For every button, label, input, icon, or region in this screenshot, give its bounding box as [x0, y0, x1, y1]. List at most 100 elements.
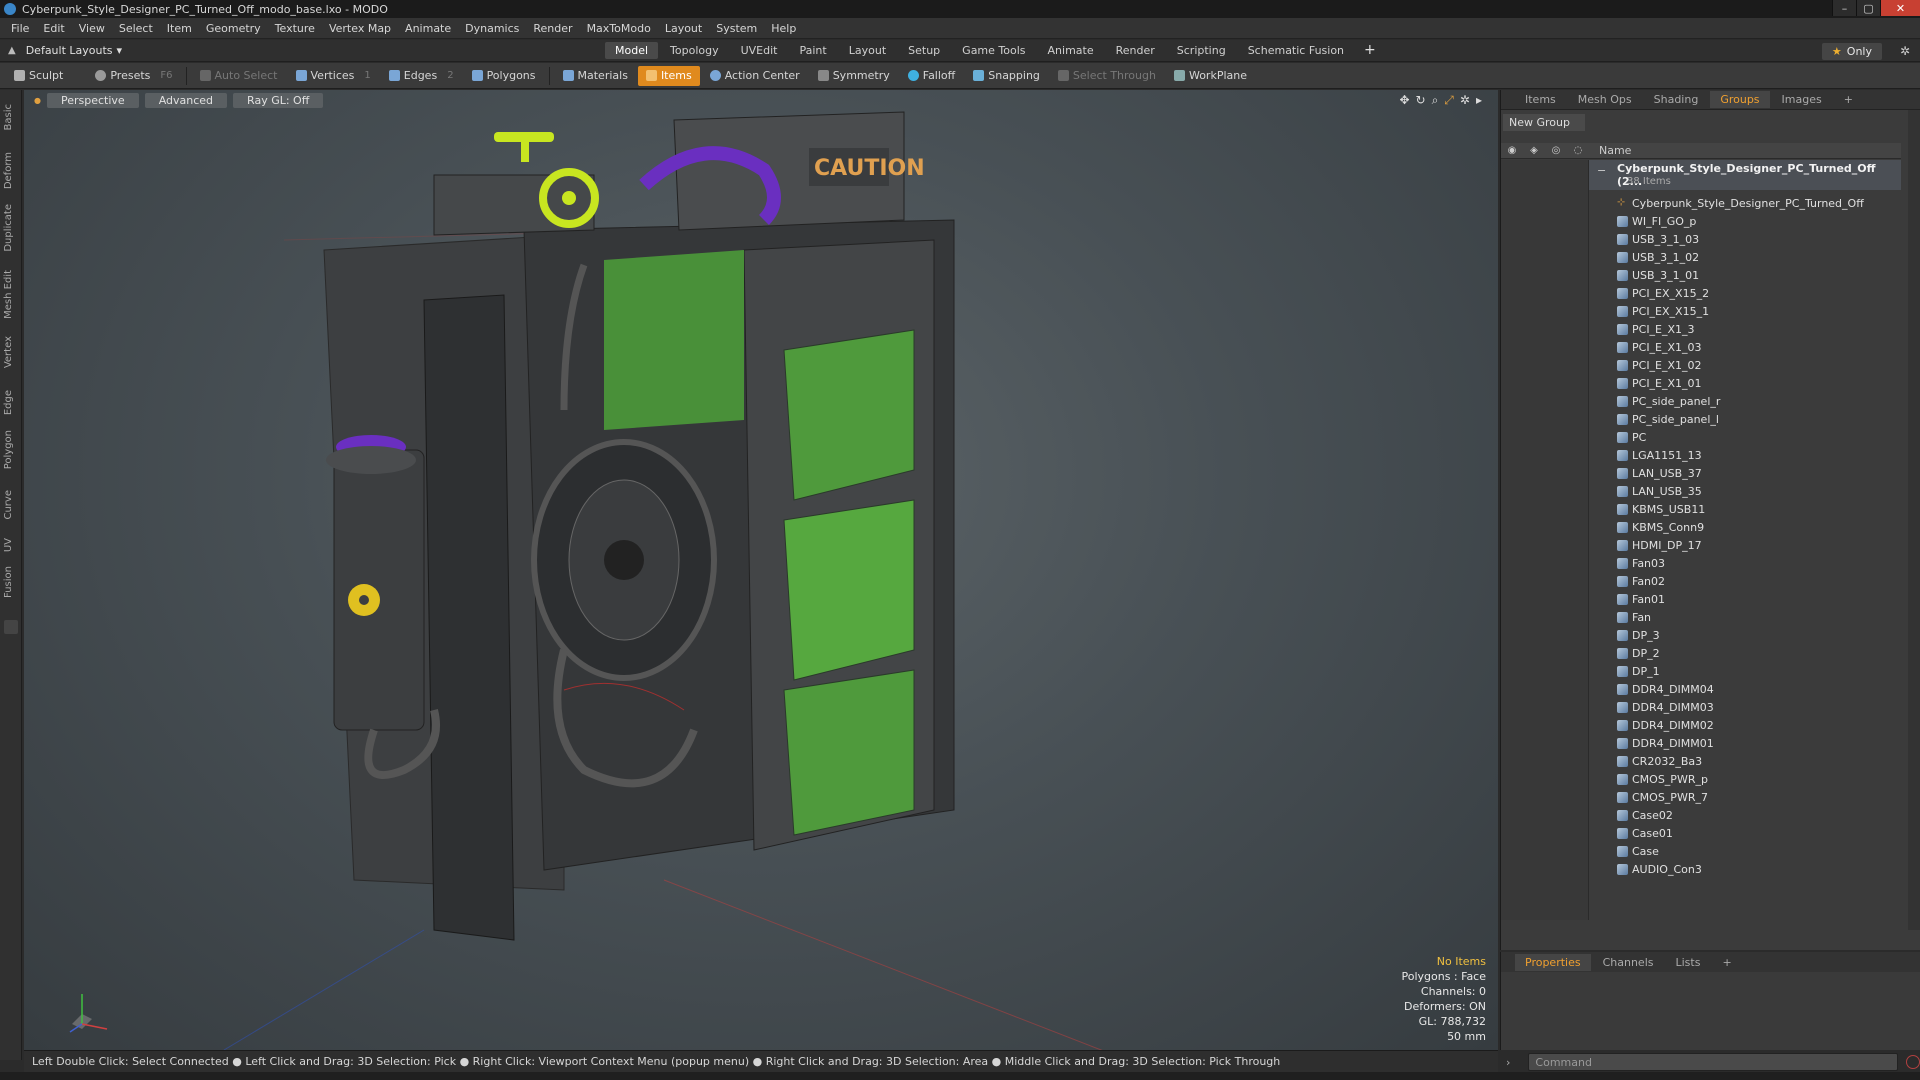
polygons-button[interactable]: Polygons [464, 66, 544, 86]
menu-item[interactable]: Item [160, 22, 199, 35]
group-item[interactable]: KBMS_Conn9 [1589, 518, 1901, 536]
group-item[interactable]: PC [1589, 428, 1901, 446]
group-item[interactable]: Fan01 [1589, 590, 1901, 608]
pan-icon[interactable]: ✥ [1399, 93, 1409, 108]
group-item[interactable]: DDR4_DIMM02 [1589, 716, 1901, 734]
select-through-button[interactable]: Select Through [1050, 66, 1164, 86]
left-tab-polygon[interactable]: Polygon [3, 430, 14, 469]
group-item[interactable]: USB_3_1_03 [1589, 230, 1901, 248]
layout-pin-icon[interactable]: ▲ [8, 45, 16, 56]
group-item[interactable]: DDR4_DIMM01 [1589, 734, 1901, 752]
group-item[interactable]: KBMS_USB11 [1589, 500, 1901, 518]
strip-toggle-button[interactable] [4, 620, 18, 634]
tab-model[interactable]: Model [605, 42, 659, 59]
group-item[interactable]: Case02 [1589, 806, 1901, 824]
3d-viewport[interactable]: CAUTION ● Perspective Advanced Ray GL: O… [24, 90, 1498, 1050]
maximize-button[interactable]: ▢ [1856, 0, 1880, 16]
viewport-options-icon[interactable]: ● [34, 96, 41, 105]
tab-layout[interactable]: Layout [839, 42, 896, 59]
gear-icon[interactable]: ✲ [1900, 44, 1910, 58]
zoom-icon[interactable]: ⌕ [1432, 93, 1439, 108]
tab-render[interactable]: Render [1106, 42, 1165, 59]
group-item[interactable]: AUDIO_Con3 [1589, 860, 1901, 878]
materials-button[interactable]: Materials [555, 66, 636, 86]
tab-items[interactable]: Items [1515, 91, 1566, 108]
menu-layout[interactable]: Layout [658, 22, 709, 35]
collapse-icon[interactable]: − [1597, 164, 1606, 177]
edges-button[interactable]: Edges 2 [381, 66, 462, 86]
rotate-icon[interactable]: ↻ [1416, 93, 1426, 108]
left-tab-mesh-edit[interactable]: Mesh Edit [3, 270, 14, 319]
group-item[interactable]: PCI_E_X1_3 [1589, 320, 1901, 338]
group-item[interactable]: Fan03 [1589, 554, 1901, 572]
tab-groups[interactable]: Groups [1710, 91, 1770, 108]
left-tab-basic[interactable]: Basic [3, 104, 14, 130]
tab-lists[interactable]: Lists [1666, 954, 1711, 971]
group-item[interactable]: DDR4_DIMM03 [1589, 698, 1901, 716]
items-button[interactable]: Items [637, 65, 700, 86]
vertices-button[interactable]: Vertices 1 [288, 66, 379, 86]
group-item[interactable]: PC_side_panel_r [1589, 392, 1901, 410]
group-item[interactable]: USB_3_1_02 [1589, 248, 1901, 266]
group-item[interactable]: Case [1589, 842, 1901, 860]
left-tab-curve[interactable]: Curve [3, 490, 14, 520]
raygl-button[interactable]: Ray GL: Off [233, 92, 324, 108]
menu-system[interactable]: System [709, 22, 764, 35]
menu-select[interactable]: Select [112, 22, 160, 35]
tab-animate[interactable]: Animate [1038, 42, 1104, 59]
group-item[interactable]: Fan02 [1589, 572, 1901, 590]
left-tab-vertex[interactable]: Vertex [3, 336, 14, 368]
tab-shading[interactable]: Shading [1644, 91, 1709, 108]
layout-dropdown[interactable]: Default Layouts ▾ [26, 44, 122, 57]
menu-help[interactable]: Help [764, 22, 803, 35]
tab-game-tools[interactable]: Game Tools [952, 42, 1035, 59]
menu-texture[interactable]: Texture [268, 22, 322, 35]
group-item[interactable]: PCI_E_X1_03 [1589, 338, 1901, 356]
left-tab-edge[interactable]: Edge [3, 390, 14, 415]
groups-scrollbar[interactable] [1908, 110, 1920, 930]
menu-animate[interactable]: Animate [398, 22, 458, 35]
menu-dynamics[interactable]: Dynamics [458, 22, 526, 35]
auto-select-button[interactable]: Auto Select [192, 66, 286, 86]
group-item[interactable]: PCI_EX_X15_2 [1589, 284, 1901, 302]
render-icon[interactable]: ◎ [1545, 145, 1567, 156]
menu-geometry[interactable]: Geometry [199, 22, 268, 35]
group-item[interactable]: Fan [1589, 608, 1901, 626]
group-item[interactable]: PC_side_panel_l [1589, 410, 1901, 428]
group-item[interactable]: Case01 [1589, 824, 1901, 842]
group-item[interactable]: PCI_E_X1_01 [1589, 374, 1901, 392]
left-tab-deform[interactable]: Deform [3, 152, 14, 189]
tab-images[interactable]: Images [1772, 91, 1832, 108]
tab-schematic-fusion[interactable]: Schematic Fusion [1238, 42, 1354, 59]
group-item[interactable]: USB_3_1_01 [1589, 266, 1901, 284]
snapping-button[interactable]: Snapping [965, 66, 1048, 86]
group-item[interactable]: LAN_USB_35 [1589, 482, 1901, 500]
left-tab-fusion[interactable]: Fusion [3, 566, 14, 598]
perspective-button[interactable]: Perspective [46, 92, 139, 108]
advanced-button[interactable]: Advanced [144, 92, 228, 108]
viewport-gear-icon[interactable]: ✲ [1460, 93, 1470, 108]
close-button[interactable]: ✕ [1880, 0, 1920, 16]
add-panel-tab-button[interactable]: + [1834, 91, 1863, 108]
select-icon[interactable]: ◌ [1567, 145, 1589, 156]
menu-file[interactable]: File [4, 22, 36, 35]
command-input[interactable]: Command [1528, 1053, 1899, 1071]
left-tab-uv[interactable]: UV [3, 538, 14, 552]
expand-arrow-icon[interactable]: ▸ [1476, 93, 1482, 108]
group-item[interactable]: PCI_E_X1_02 [1589, 356, 1901, 374]
group-item[interactable]: DP_3 [1589, 626, 1901, 644]
tab-scripting[interactable]: Scripting [1167, 42, 1236, 59]
tab-uvedit[interactable]: UVEdit [731, 42, 788, 59]
tab-mesh-ops[interactable]: Mesh Ops [1568, 91, 1642, 108]
group-row[interactable]: − Cyberpunk_Style_Designer_PC_Turned_Off… [1589, 160, 1901, 190]
group-item[interactable]: PCI_EX_X15_1 [1589, 302, 1901, 320]
add-tab-button[interactable]: + [1356, 42, 1384, 59]
tab-setup[interactable]: Setup [898, 42, 950, 59]
fit-icon[interactable]: ⤢ [1444, 93, 1454, 108]
falloff-button[interactable]: Falloff [900, 66, 963, 86]
group-item[interactable]: HDMI_DP_17 [1589, 536, 1901, 554]
menu-maxtomodo[interactable]: MaxToModo [580, 22, 658, 35]
tab-topology[interactable]: Topology [660, 42, 729, 59]
add-properties-tab-button[interactable]: + [1712, 954, 1741, 971]
action-center-button[interactable]: Action Center [702, 66, 808, 86]
